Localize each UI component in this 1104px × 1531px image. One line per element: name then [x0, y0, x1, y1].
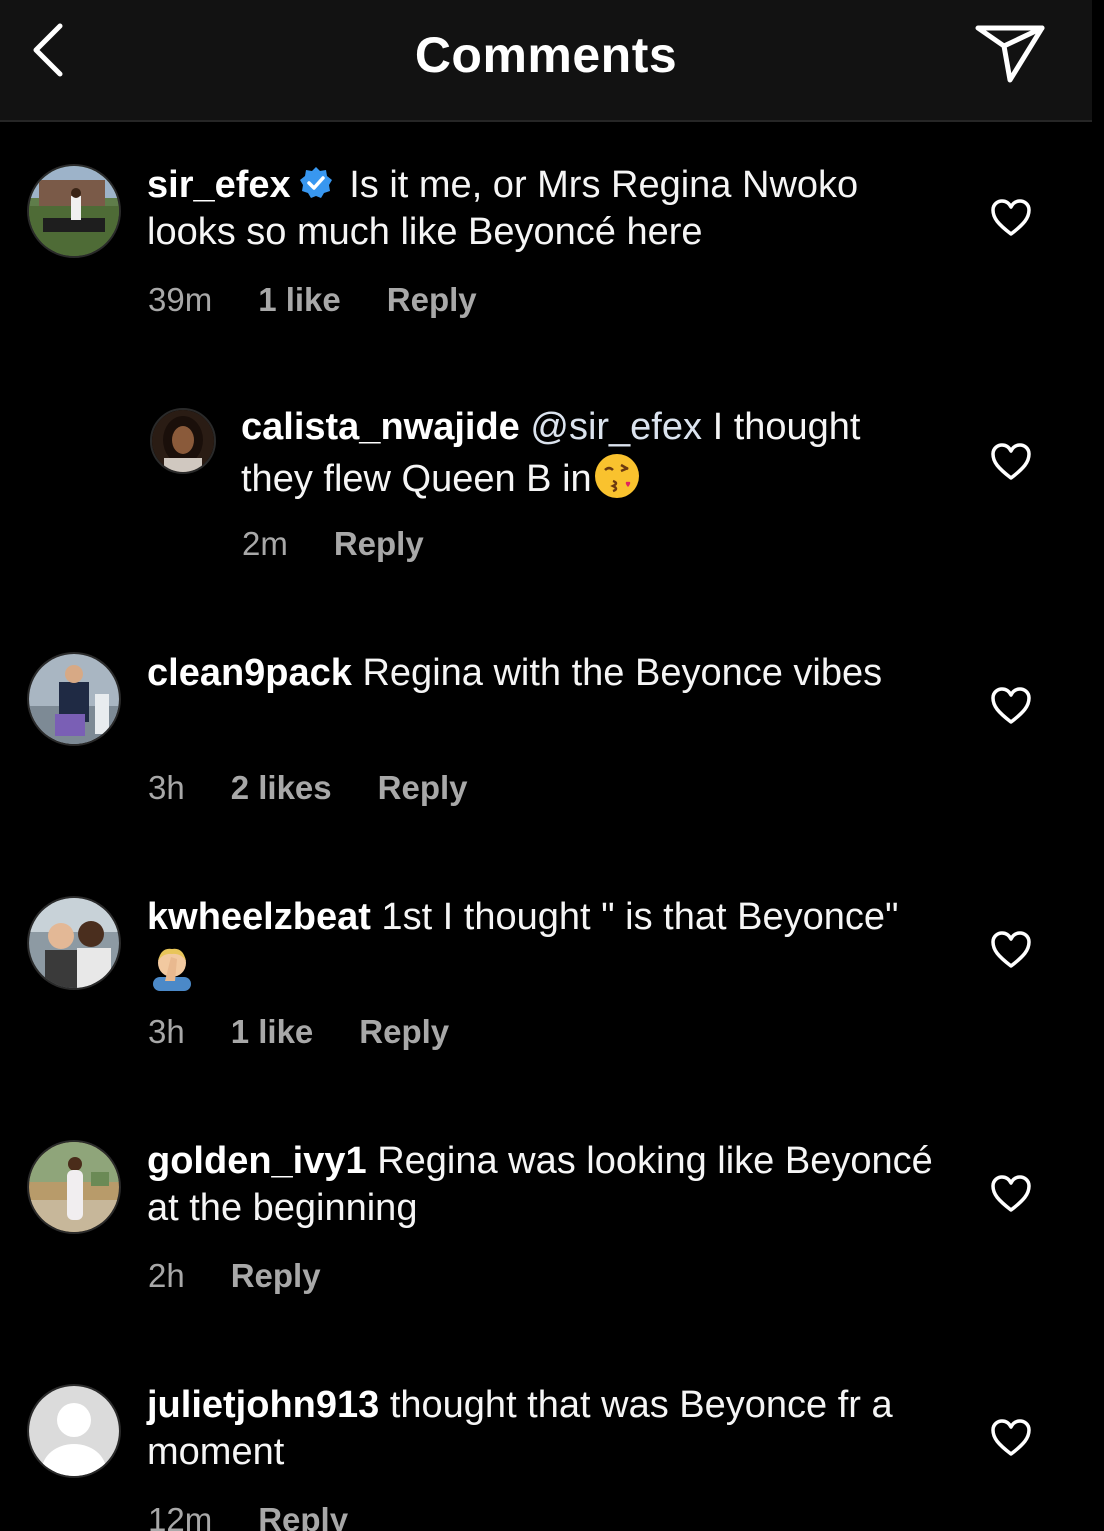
comment-time: 39m [148, 281, 213, 318]
comment-time: 2m [242, 525, 288, 562]
comment-time: 2h [148, 1257, 185, 1294]
reply-button[interactable]: Reply [378, 769, 468, 806]
reply-button[interactable]: Reply [334, 525, 424, 562]
header-bar: Comments [0, 0, 1092, 122]
reply-button[interactable]: Reply [258, 1501, 348, 1531]
comment-meta: 2h Reply [148, 1257, 367, 1295]
comment-text: clean9pack Regina with the Beyonce vibes [147, 650, 937, 697]
comment-meta: 12m Reply [148, 1501, 394, 1531]
heart-icon[interactable] [990, 686, 1032, 726]
comment-meta: 2m Reply [242, 525, 470, 563]
comment-text: kwheelzbeat 1st I thought " is that Beyo… [147, 894, 937, 993]
heart-icon[interactable] [990, 930, 1032, 970]
verified-badge-icon [299, 167, 332, 198]
avatar[interactable] [27, 896, 121, 990]
heart-icon[interactable] [990, 1174, 1032, 1214]
comment-username[interactable]: kwheelzbeat [147, 896, 371, 938]
comment-meta: 3h 1 like Reply [148, 1013, 495, 1051]
comment-likes[interactable]: 2 likes [231, 769, 332, 806]
comment-meta: 39m 1 like Reply [148, 281, 523, 319]
comment-time: 3h [148, 1013, 185, 1050]
paper-plane-icon[interactable] [970, 18, 1050, 88]
comment-time: 12m [148, 1501, 213, 1531]
comment-likes[interactable]: 1 like [231, 1013, 314, 1050]
comment-username[interactable]: golden_ivy1 [147, 1140, 367, 1182]
page-title: Comments [414, 27, 678, 83]
comment-text: calista_nwajide @sir_efex I thought they… [241, 404, 941, 503]
avatar[interactable] [27, 1140, 121, 1234]
facepalm-emoji [153, 948, 191, 991]
avatar[interactable] [27, 652, 121, 746]
avatar[interactable] [27, 164, 121, 258]
avatar[interactable] [150, 408, 216, 474]
reply-button[interactable]: Reply [359, 1013, 449, 1050]
comment-username[interactable]: sir_efex [147, 164, 291, 206]
heart-icon[interactable] [990, 1418, 1032, 1458]
mention-link[interactable]: @sir_efex [520, 406, 702, 448]
reply-button[interactable]: Reply [387, 281, 477, 318]
heart-icon[interactable] [990, 442, 1032, 482]
comment-username[interactable]: clean9pack [147, 652, 352, 694]
comment-text: sir_efex Is it me, or Mrs Regina Nwoko l… [147, 162, 937, 256]
comment-text: julietjohn913 thought that was Beyonce f… [147, 1382, 937, 1476]
heart-icon[interactable] [990, 198, 1032, 238]
comment-text: golden_ivy1 Regina was looking like Beyo… [147, 1138, 937, 1232]
comment-meta: 3h 2 likes Reply [148, 769, 514, 807]
comment-time: 3h [148, 769, 185, 806]
comment-body: Regina with the Beyonce vibes [351, 652, 883, 694]
comments-screen: Comments sir_efex Is it me, or Mrs Regin… [0, 0, 1104, 1531]
reply-button[interactable]: Reply [231, 1257, 321, 1294]
kissing-face-emoji [594, 454, 639, 498]
comment-username[interactable]: julietjohn913 [147, 1384, 379, 1426]
comment-likes[interactable]: 1 like [258, 281, 341, 318]
comment-username[interactable]: calista_nwajide [241, 406, 520, 448]
comment-body: 1st I thought " is that Beyonce" [370, 896, 899, 938]
default-avatar-icon[interactable] [27, 1384, 121, 1478]
